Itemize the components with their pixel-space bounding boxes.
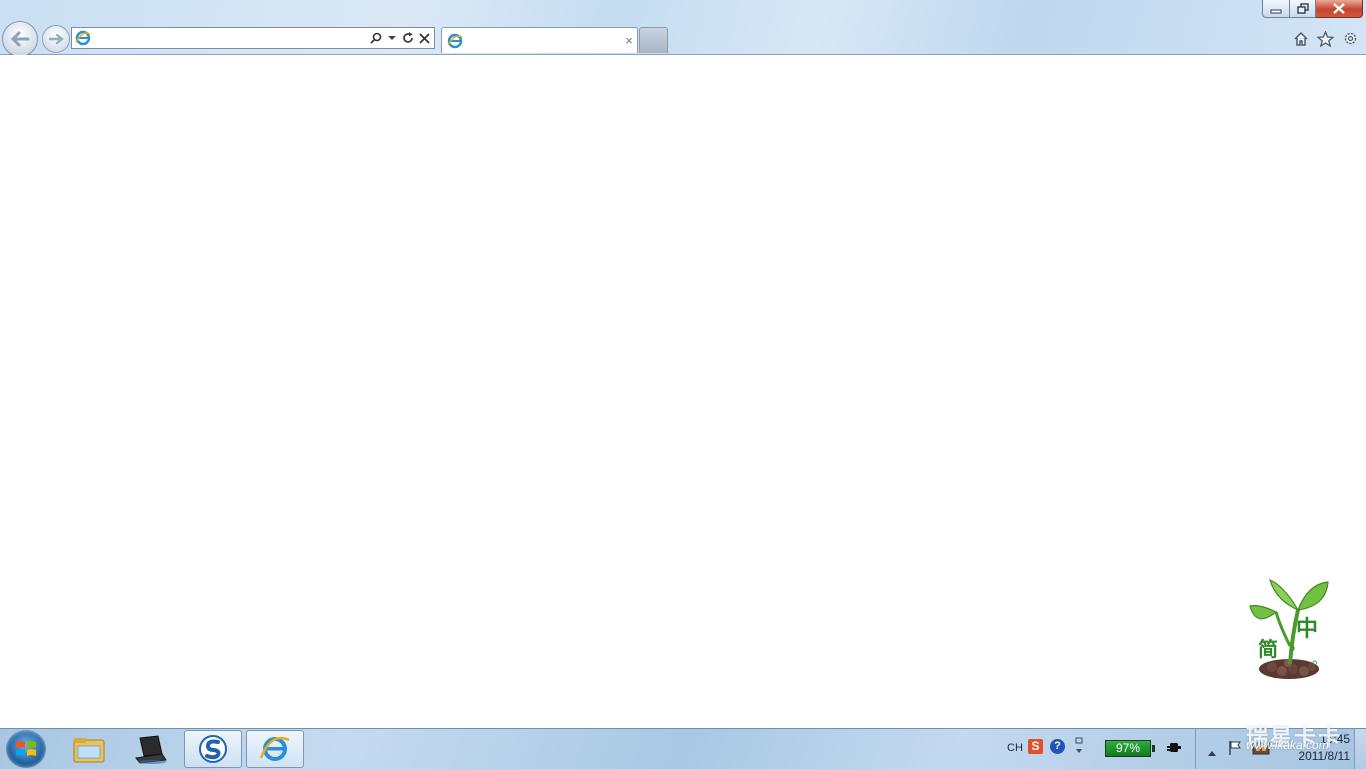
sprout-char-jian: 简 <box>1258 637 1278 661</box>
forward-button[interactable] <box>42 25 70 53</box>
ie-tab-icon <box>447 33 463 49</box>
favorites-star-icon[interactable] <box>1316 29 1335 48</box>
restore-button[interactable] <box>1290 0 1316 18</box>
browser-tab[interactable]: × <box>441 27 638 53</box>
search-icon[interactable] <box>369 29 383 47</box>
action-center-flag-icon[interactable] <box>1228 740 1242 761</box>
start-button[interactable] <box>6 730 46 768</box>
toolbar-right <box>1291 29 1360 48</box>
stop-icon[interactable] <box>417 29 431 47</box>
sogou-browser-icon <box>199 735 227 763</box>
battery-indicator[interactable]: 97% <box>1105 740 1155 757</box>
clock-date: 2011/8/11 <box>1298 749 1350 763</box>
address-input[interactable] <box>91 29 369 47</box>
windows-logo-icon <box>16 741 36 756</box>
sprout-period: 。 <box>1312 652 1326 668</box>
ime-options-icon[interactable] <box>1074 737 1084 760</box>
minimize-button[interactable] <box>1262 0 1290 18</box>
taskbar-sogou-browser[interactable] <box>184 730 242 768</box>
dropdown-icon[interactable] <box>385 29 399 47</box>
forward-arrow-icon <box>48 33 64 45</box>
language-indicator[interactable]: CH <box>1007 742 1023 754</box>
ime-sogou-icon[interactable]: S <box>1028 739 1043 754</box>
show-desktop-button[interactable] <box>1354 729 1366 769</box>
power-plug-icon[interactable] <box>1166 740 1182 761</box>
taskbar: CH S ? 97% 15:45 2011/8/11 <box>0 728 1366 769</box>
help-icon[interactable]: ? <box>1050 739 1065 754</box>
minimize-icon <box>1270 9 1282 13</box>
laptop-icon <box>135 735 167 764</box>
taskbar-explorer[interactable] <box>60 730 118 768</box>
back-button[interactable] <box>2 21 38 57</box>
ime-status-sprout-widget[interactable]: 中 简 ， 。 <box>1246 576 1332 684</box>
tab-close-icon[interactable]: × <box>621 33 637 48</box>
home-icon[interactable] <box>1291 29 1310 48</box>
restore-icon <box>1296 3 1309 14</box>
clock-time: 15:45 <box>1319 732 1350 746</box>
new-tab-button[interactable] <box>639 27 668 53</box>
settings-gear-icon[interactable] <box>1341 29 1360 48</box>
address-bar <box>71 27 435 49</box>
window-controls <box>1262 0 1363 18</box>
taskbar-laptop[interactable] <box>122 730 180 768</box>
show-hidden-icons-icon[interactable] <box>1207 744 1217 762</box>
back-arrow-icon <box>10 31 30 47</box>
sprout-comma: ， <box>1290 638 1304 654</box>
tray-divider <box>1195 729 1196 769</box>
refresh-icon[interactable] <box>401 29 415 47</box>
page-content <box>0 55 1366 728</box>
ie-page-icon <box>75 30 91 46</box>
close-button[interactable] <box>1316 0 1363 18</box>
taskbar-internet-explorer[interactable] <box>246 730 304 768</box>
windows-explorer-icon <box>73 738 105 763</box>
address-tools <box>369 29 434 47</box>
system-clock[interactable]: 15:45 2011/8/11 <box>1270 731 1350 765</box>
close-icon <box>1333 3 1345 14</box>
browser-chrome: × <box>0 0 1366 57</box>
internet-explorer-icon <box>259 736 290 761</box>
network-icon[interactable] <box>1252 740 1270 761</box>
